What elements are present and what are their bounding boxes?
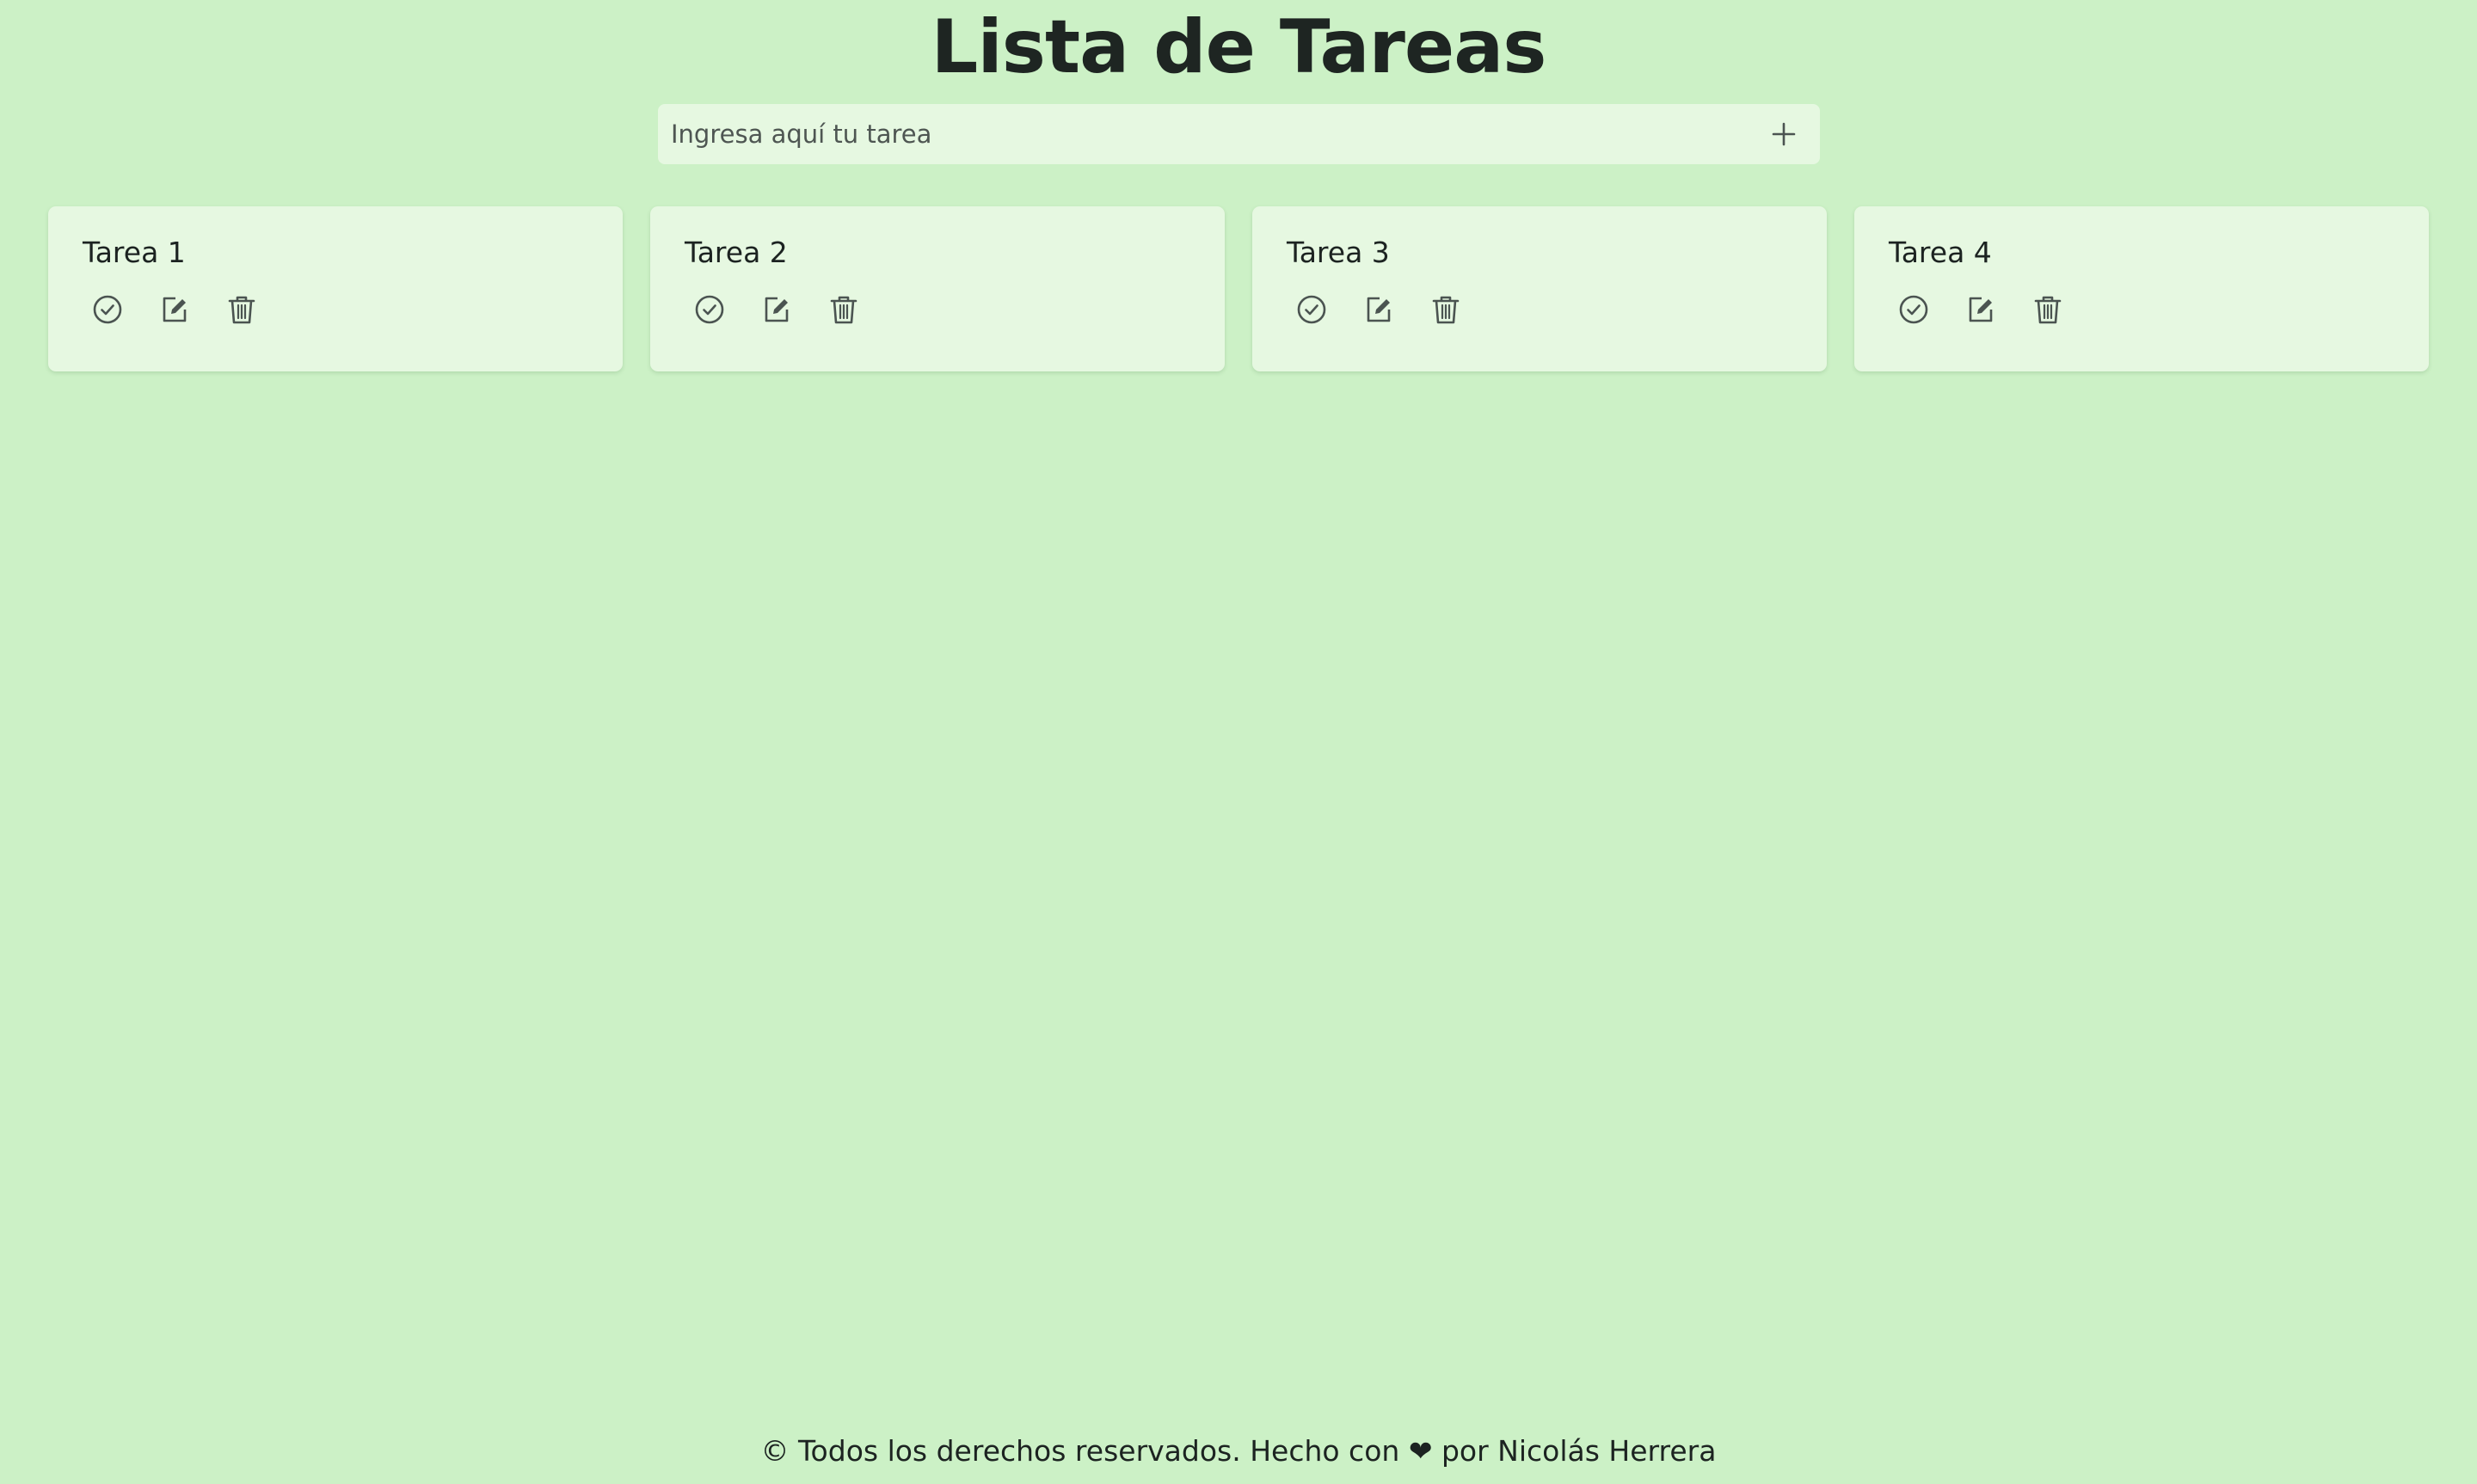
check-circle-icon (1899, 295, 1928, 324)
task-title: Tarea 1 (83, 236, 186, 269)
complete-task-button[interactable] (1295, 293, 1328, 326)
edit-icon (1367, 297, 1391, 322)
footer-text-start: © Todos los derechos reservados. Hecho c… (760, 1434, 1400, 1468)
trash-icon (1432, 296, 1460, 324)
edit-icon (163, 297, 187, 322)
edit-task-button[interactable] (760, 293, 793, 326)
check-circle-icon (695, 295, 724, 324)
task-title: Tarea 3 (1287, 236, 1390, 269)
task-card: Tarea 3 (1252, 206, 1827, 371)
task-actions (1897, 293, 2064, 326)
trash-icon (830, 296, 857, 324)
trash-icon (2034, 296, 2062, 324)
delete-task-button[interactable] (1429, 293, 1462, 326)
edit-task-button[interactable] (1964, 293, 1997, 326)
task-card: Tarea 1 (48, 206, 623, 371)
delete-task-button[interactable] (827, 293, 860, 326)
edit-icon (765, 297, 789, 322)
task-actions (693, 293, 860, 326)
edit-icon (1969, 297, 1993, 322)
task-title: Tarea 2 (685, 236, 788, 269)
task-input-bar (658, 104, 1820, 164)
task-actions (1295, 293, 1462, 326)
delete-task-button[interactable] (2031, 293, 2064, 326)
task-input[interactable] (658, 104, 1742, 164)
complete-task-button[interactable] (91, 293, 124, 326)
delete-task-button[interactable] (225, 293, 258, 326)
heart-icon: ❤ (1408, 1434, 1433, 1468)
footer-author: por Nicolás Herrera (1441, 1434, 1717, 1468)
task-card: Tarea 2 (650, 206, 1225, 371)
task-title: Tarea 4 (1889, 236, 1992, 269)
edit-task-button[interactable] (158, 293, 191, 326)
task-list: Tarea 1 Tarea 2 Tarea 3 Tarea 4 (48, 206, 2429, 371)
plus-icon (1772, 122, 1796, 146)
trash-icon (228, 296, 255, 324)
check-circle-icon (1297, 295, 1326, 324)
footer: © Todos los derechos reservados. Hecho c… (0, 1419, 2477, 1484)
complete-task-button[interactable] (693, 293, 726, 326)
page-title: Lista de Tareas (931, 4, 1547, 90)
task-card: Tarea 4 (1854, 206, 2429, 371)
edit-task-button[interactable] (1362, 293, 1395, 326)
check-circle-icon (93, 295, 122, 324)
complete-task-button[interactable] (1897, 293, 1930, 326)
add-task-button[interactable] (1765, 115, 1803, 153)
task-actions (91, 293, 258, 326)
